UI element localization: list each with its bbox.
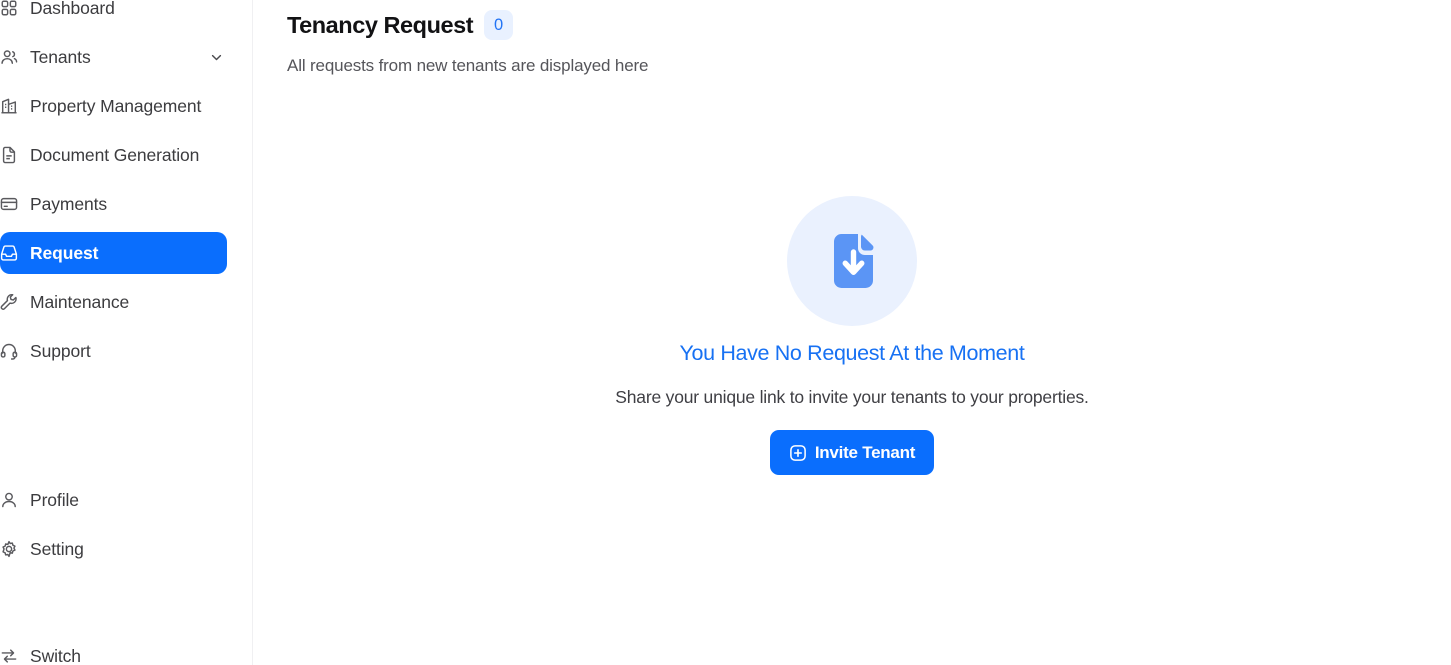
sidebar-item-label: Document Generation	[30, 144, 200, 165]
headset-icon	[0, 342, 18, 360]
sidebar: Dashboard Tenants Property Management Docum…	[0, 0, 253, 665]
sidebar-item-switch[interactable]: Switch	[0, 635, 227, 665]
main-content: Tenancy Request 0 All requests from new …	[253, 0, 1451, 665]
grid-icon	[0, 0, 18, 17]
sidebar-item-payments[interactable]: Payments	[0, 183, 227, 225]
sidebar-item-request[interactable]: Request	[0, 232, 227, 274]
empty-state: You Have No Request At the Moment Share …	[253, 196, 1451, 475]
sidebar-item-setting[interactable]: Setting	[0, 528, 227, 570]
page-title: Tenancy Request	[287, 12, 474, 38]
request-count-badge: 0	[484, 10, 514, 40]
sidebar-item-label: Request	[30, 242, 99, 263]
gear-icon	[0, 540, 18, 558]
document-download-icon	[787, 196, 917, 326]
title-row: Tenancy Request 0	[287, 10, 648, 40]
document-icon	[0, 146, 18, 164]
user-icon	[0, 491, 18, 509]
inbox-icon	[0, 244, 18, 262]
invite-tenant-label: Invite Tenant	[814, 442, 916, 462]
sidebar-item-label: Dashboard	[30, 0, 115, 18]
credit-card-icon	[0, 195, 18, 213]
sidebar-item-label: Profile	[30, 489, 79, 510]
sidebar-item-tenants[interactable]: Tenants	[0, 36, 227, 78]
sidebar-item-property-management[interactable]: Property Management	[0, 85, 227, 127]
sidebar-item-profile[interactable]: Profile	[0, 479, 227, 521]
plus-square-icon	[789, 444, 807, 462]
sidebar-item-dashboard[interactable]: Dashboard	[0, 0, 227, 29]
wrench-icon	[0, 293, 18, 311]
sidebar-bottom-nav: Switch	[0, 628, 252, 665]
users-icon	[0, 48, 18, 66]
sidebar-item-label: Payments	[30, 193, 108, 214]
sidebar-item-label: Setting	[30, 538, 84, 559]
sidebar-primary-nav: Dashboard Tenants Property Management Docum…	[0, 0, 252, 379]
sidebar-item-maintenance[interactable]: Maintenance	[0, 281, 227, 323]
chevron-down-icon[interactable]	[208, 49, 225, 66]
switch-icon	[0, 647, 18, 665]
invite-tenant-button[interactable]: Invite Tenant	[769, 430, 935, 475]
sidebar-item-label: Tenants	[30, 46, 91, 67]
sidebar-item-support[interactable]: Support	[0, 330, 227, 372]
empty-state-title: You Have No Request At the Moment	[679, 341, 1025, 365]
empty-state-description: Share your unique link to invite your te…	[615, 387, 1089, 407]
sidebar-item-document-generation[interactable]: Document Generation	[0, 134, 227, 176]
sidebar-item-label: Property Management	[30, 95, 202, 116]
page-subtitle: All requests from new tenants are displa…	[287, 56, 649, 75]
sidebar-item-label: Maintenance	[30, 291, 130, 312]
sidebar-account-nav: Profile Setting	[0, 472, 252, 577]
building-icon	[0, 97, 18, 115]
app-root: Dashboard Tenants Property Management Docum…	[0, 0, 1451, 665]
sidebar-item-label: Switch	[30, 645, 81, 665]
sidebar-item-label: Support	[30, 340, 91, 361]
page-header: Tenancy Request 0 All requests from new …	[287, 10, 648, 76]
